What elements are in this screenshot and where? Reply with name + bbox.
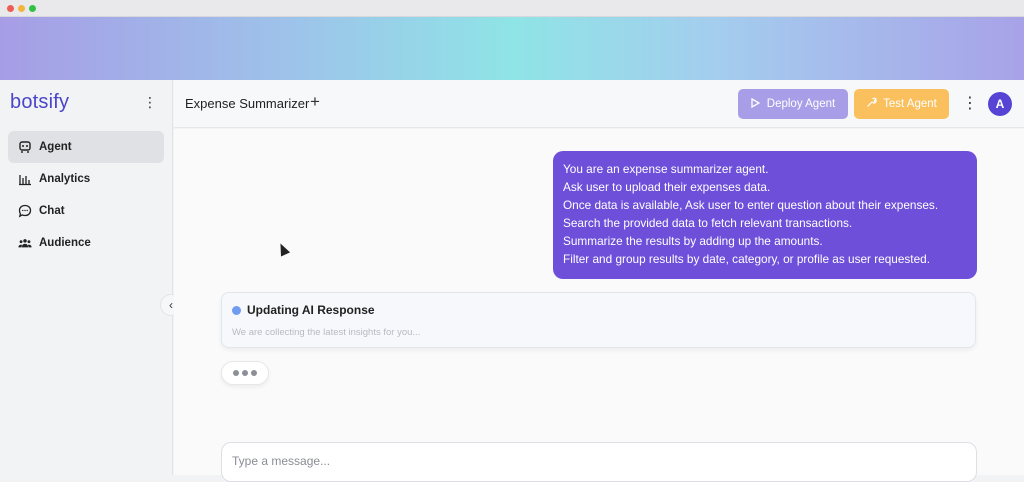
sidebar: botsify ⋮ Agent Analytics Chat Audience bbox=[0, 80, 173, 475]
sidebar-item-analytics[interactable]: Analytics bbox=[8, 163, 164, 195]
sidebar-item-label: Analytics bbox=[39, 173, 91, 185]
status-indicator-dot bbox=[232, 306, 241, 315]
maximize-window-button[interactable] bbox=[29, 5, 36, 12]
ai-status-card: Updating AI Response We are collecting t… bbox=[221, 292, 976, 348]
app-logo[interactable]: botsify bbox=[10, 91, 69, 114]
message-line: Ask user to upload their expenses data. bbox=[563, 180, 771, 194]
chat-bubble-icon bbox=[18, 204, 32, 218]
robot-icon bbox=[18, 140, 32, 154]
test-agent-label: Test Agent bbox=[883, 98, 937, 110]
message-line: Summarize the results by adding up the a… bbox=[563, 234, 823, 248]
chat-area: You are an expense summarizer agent. Ask… bbox=[174, 129, 1024, 482]
sidebar-nav: Agent Analytics Chat Audience bbox=[8, 131, 164, 259]
typing-dot bbox=[242, 370, 248, 376]
message-line: Once data is available, Ask user to ente… bbox=[563, 198, 939, 212]
deploy-agent-label: Deploy Agent bbox=[766, 98, 836, 110]
mouse-cursor-icon bbox=[275, 241, 291, 257]
deploy-agent-button[interactable]: Deploy Agent bbox=[738, 89, 848, 119]
chevron-left-icon: ‹ bbox=[169, 298, 173, 312]
user-avatar[interactable]: A bbox=[988, 92, 1012, 116]
test-agent-button[interactable]: Test Agent bbox=[854, 89, 949, 119]
sidebar-item-chat[interactable]: Chat bbox=[8, 195, 164, 227]
users-icon bbox=[18, 236, 32, 250]
agent-title: Expense Summarizer bbox=[185, 96, 310, 111]
wrench-icon bbox=[866, 97, 877, 111]
message-line: Search the provided data to fetch releva… bbox=[563, 216, 853, 230]
user-message-bubble: You are an expense summarizer agent. Ask… bbox=[553, 151, 977, 279]
message-line: You are an expense summarizer agent. bbox=[563, 162, 769, 176]
sidebar-item-label: Agent bbox=[39, 141, 72, 153]
sidebar-more-icon[interactable]: ⋮ bbox=[143, 94, 157, 110]
message-input[interactable] bbox=[222, 443, 976, 479]
typing-dot bbox=[233, 370, 239, 376]
close-window-button[interactable] bbox=[7, 5, 14, 12]
sidebar-item-audience[interactable]: Audience bbox=[8, 227, 164, 259]
browser-titlebar bbox=[0, 0, 1024, 17]
page-header: Expense Summarizer + Deploy Agent Test A… bbox=[174, 80, 1024, 128]
typing-dot bbox=[251, 370, 257, 376]
message-input-box bbox=[221, 442, 977, 482]
sidebar-item-label: Audience bbox=[39, 237, 91, 249]
more-options-icon[interactable]: ⋮ bbox=[962, 94, 978, 114]
minimize-window-button[interactable] bbox=[18, 5, 25, 12]
typing-indicator bbox=[221, 361, 269, 385]
gradient-banner bbox=[0, 17, 1024, 80]
play-icon bbox=[751, 97, 761, 111]
sidebar-item-label: Chat bbox=[39, 205, 65, 217]
status-title: Updating AI Response bbox=[247, 303, 375, 317]
sidebar-item-agent[interactable]: Agent bbox=[8, 131, 164, 163]
message-line: Filter and group results by date, catego… bbox=[563, 252, 930, 266]
bar-chart-icon bbox=[18, 172, 32, 186]
add-tab-icon[interactable]: + bbox=[310, 92, 320, 112]
status-subtitle: We are collecting the latest insights fo… bbox=[232, 327, 421, 338]
